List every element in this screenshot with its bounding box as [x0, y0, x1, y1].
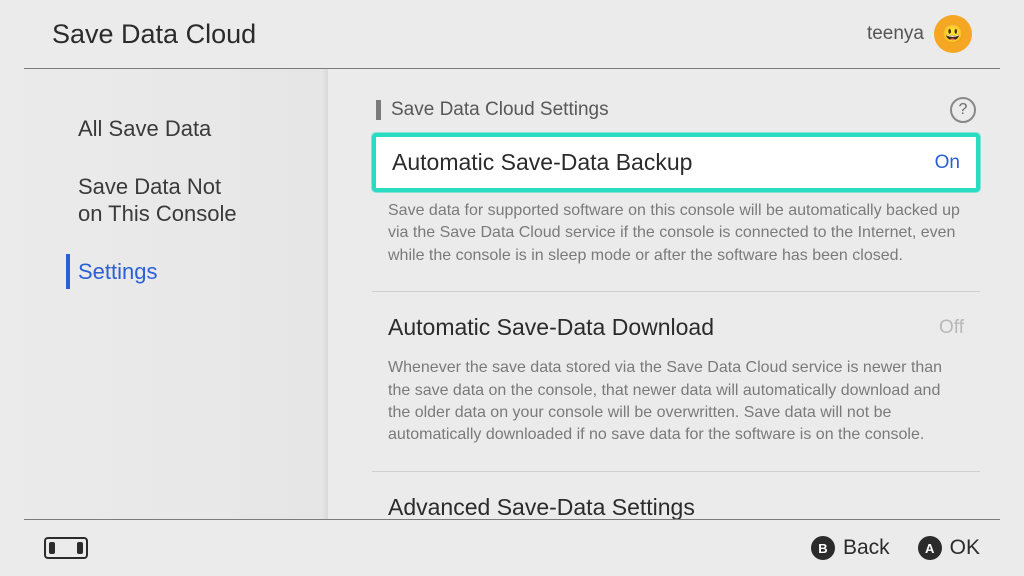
setting-auto-download-desc: Whenever the save data stored via the Sa…: [372, 349, 980, 461]
heading-bar-icon: [376, 100, 381, 120]
sidebar-item-all-save-data[interactable]: All Save Data: [0, 105, 328, 153]
divider: [372, 291, 980, 292]
sidebar-item-label: All Save Data: [78, 116, 211, 141]
divider: [372, 471, 980, 472]
body: All Save Data Save Data Not on This Cons…: [0, 69, 1024, 519]
section-heading-row: Save Data Cloud Settings ?: [372, 97, 980, 123]
help-icon[interactable]: ?: [950, 97, 976, 123]
avatar[interactable]: 😃: [934, 15, 972, 53]
back-label: Back: [843, 536, 890, 560]
main-content: Save Data Cloud Settings ? Automatic Sav…: [328, 69, 1024, 519]
b-button-icon: B: [811, 536, 835, 560]
page-title: Save Data Cloud: [52, 19, 256, 50]
setting-auto-download[interactable]: Automatic Save-Data Download Off: [372, 306, 980, 349]
sidebar-item-settings[interactable]: Settings: [0, 248, 328, 296]
footer-actions: B Back A OK: [811, 536, 980, 560]
sidebar-item-label: Settings: [78, 259, 158, 284]
setting-auto-backup[interactable]: Automatic Save-Data Backup On: [372, 133, 980, 192]
a-button-icon: A: [918, 536, 942, 560]
ok-button[interactable]: A OK: [918, 536, 980, 560]
back-button[interactable]: B Back: [811, 536, 890, 560]
help-glyph: ?: [959, 101, 968, 119]
setting-value: On: [935, 152, 960, 174]
sidebar-item-not-on-console[interactable]: Save Data Not on This Console: [0, 163, 328, 238]
setting-advanced[interactable]: Advanced Save-Data Settings: [372, 486, 980, 519]
console-icon[interactable]: [44, 537, 88, 559]
section-heading: Save Data Cloud Settings: [376, 99, 609, 121]
footer: B Back A OK: [0, 520, 1024, 576]
setting-auto-backup-desc: Save data for supported software on this…: [372, 192, 980, 281]
setting-label: Advanced Save-Data Settings: [388, 494, 695, 519]
setting-label: Automatic Save-Data Download: [388, 314, 714, 341]
setting-label: Automatic Save-Data Backup: [392, 149, 692, 176]
user-block[interactable]: teenya 😃: [867, 15, 972, 53]
sidebar: All Save Data Save Data Not on This Cons…: [0, 69, 328, 519]
section-heading-text: Save Data Cloud Settings: [391, 99, 609, 121]
sidebar-item-label: Save Data Not on This Console: [78, 174, 237, 227]
ok-label: OK: [950, 536, 980, 560]
header: Save Data Cloud teenya 😃: [0, 0, 1024, 68]
username: teenya: [867, 23, 924, 45]
setting-value: Off: [939, 317, 964, 339]
